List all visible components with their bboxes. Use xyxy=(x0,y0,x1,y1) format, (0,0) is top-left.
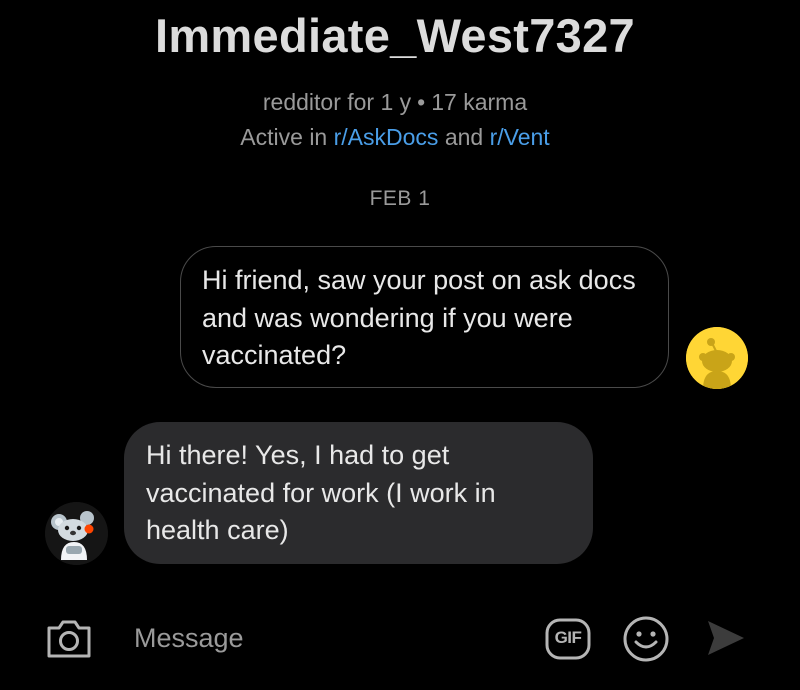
date-separator: FEB 1 xyxy=(369,187,431,210)
active-communities: Active in r/AskDocs and r/Vent xyxy=(0,124,790,151)
emoji-button[interactable] xyxy=(622,615,670,663)
outgoing-message-bubble[interactable]: Hi friend, saw your post on ask docs and… xyxy=(180,246,669,388)
camera-icon xyxy=(47,620,91,658)
active-in-label: Active in xyxy=(240,124,328,150)
subreddit-link-askdocs[interactable]: r/AskDocs xyxy=(334,124,439,150)
camera-button[interactable] xyxy=(45,616,93,660)
send-button[interactable] xyxy=(704,617,746,659)
emoji-icon xyxy=(623,616,669,662)
user-stats: redditor for 1 y • 17 karma xyxy=(0,89,790,116)
sender-avatar[interactable] xyxy=(45,502,108,565)
gif-label: GIF xyxy=(554,628,582,647)
meta-separator: • xyxy=(417,89,426,115)
username-title[interactable]: Immediate_West7327 xyxy=(0,8,790,63)
send-icon xyxy=(708,621,744,655)
message-input[interactable] xyxy=(134,618,514,658)
account-age: redditor for 1 y xyxy=(262,89,412,115)
and-label: and xyxy=(444,124,484,150)
snoo-koala-avatar-icon xyxy=(45,502,108,565)
subreddit-link-vent[interactable]: r/Vent xyxy=(490,124,550,150)
my-avatar[interactable] xyxy=(686,327,748,389)
snoo-avatar-icon xyxy=(686,327,748,389)
karma-count: 17 karma xyxy=(431,89,528,115)
incoming-message-bubble[interactable]: Hi there! Yes, I had to get vaccinated f… xyxy=(124,422,593,564)
message-text: Hi friend, saw your post on ask docs and… xyxy=(202,265,636,370)
message-text: Hi there! Yes, I had to get vaccinated f… xyxy=(146,440,496,545)
message-composer: GIF xyxy=(0,600,800,680)
gif-button[interactable]: GIF xyxy=(545,616,591,662)
